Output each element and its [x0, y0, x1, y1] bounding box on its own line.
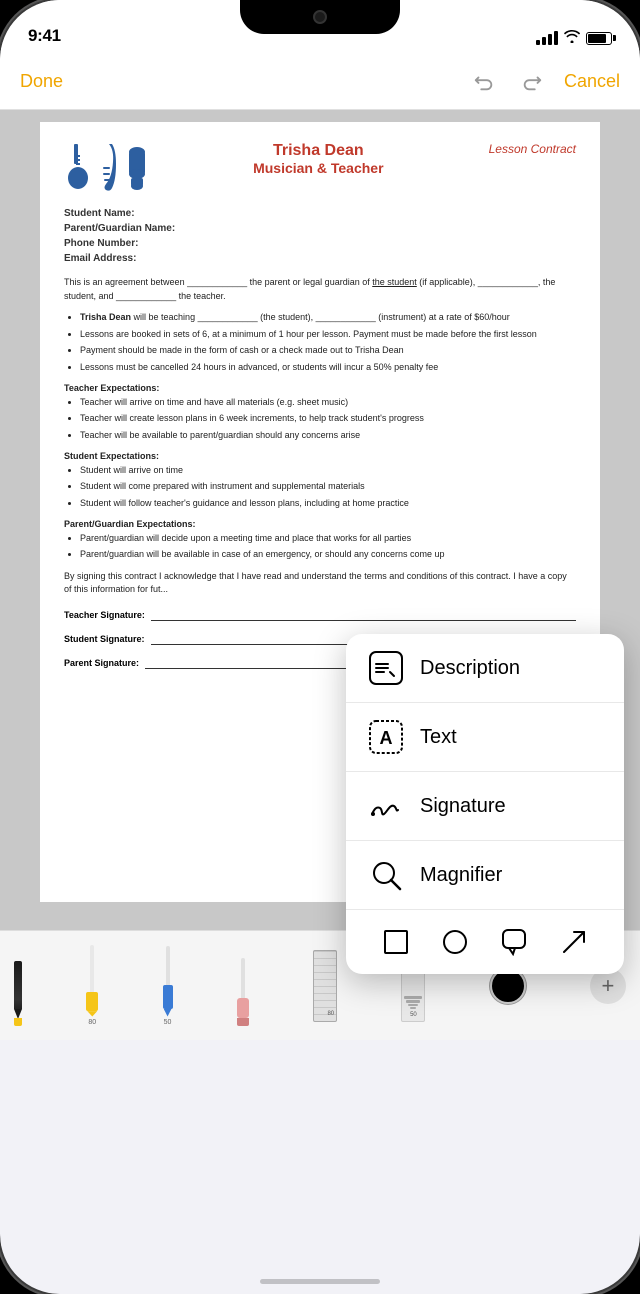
doc-header: Trisha Dean Musician & Teacher Lesson Co…: [64, 142, 576, 192]
eraser-tool[interactable]: [237, 946, 249, 1026]
done-button[interactable]: Done: [20, 71, 63, 92]
pen-blue-tool[interactable]: 50: [163, 946, 173, 1026]
field-guardian: Parent/Guardian Name:: [64, 223, 576, 234]
field-phone: Phone Number:: [64, 238, 576, 249]
shapes-row: [346, 910, 624, 974]
doc-type: Lesson Contract: [489, 142, 576, 156]
phone-screen: 9:41 Done: [0, 0, 640, 1294]
text-icon: A: [366, 717, 406, 757]
shape-arrow[interactable]: [556, 924, 592, 960]
status-time: 9:41: [28, 26, 61, 46]
ruler-tool[interactable]: 80: [313, 950, 337, 1022]
wifi-icon: [564, 30, 580, 46]
teacher-bullets: Teacher will arrive on time and have all…: [64, 396, 576, 443]
nav-bar: Done Cancel: [0, 54, 640, 110]
shape-circle[interactable]: [437, 924, 473, 960]
menu-item-description[interactable]: Description: [346, 634, 624, 703]
highlighter-yellow-tool[interactable]: 80: [86, 946, 98, 1026]
signature-label: Signature: [420, 795, 506, 818]
svg-text:A: A: [380, 728, 393, 748]
doc-body: This is an agreement between ___________…: [64, 276, 576, 597]
teacher-expectations-title: Teacher Expectations:: [64, 382, 576, 396]
popup-menu: Description A Text Sign: [346, 634, 624, 974]
signal-bars-icon: [536, 31, 558, 45]
student-sig-label: Student Signature:: [64, 634, 145, 644]
status-icons: [536, 30, 612, 46]
signature-icon: [366, 786, 406, 826]
closing-text: By signing this contract I acknowledge t…: [64, 570, 576, 597]
form-fields: Student Name: Parent/Guardian Name: Phon…: [64, 208, 576, 264]
shape-rectangle[interactable]: [378, 924, 414, 960]
parent-expectations-title: Parent/Guardian Expectations:: [64, 518, 576, 532]
magnifier-icon: [366, 855, 406, 895]
cancel-button[interactable]: Cancel: [564, 71, 620, 92]
description-label: Description: [420, 657, 520, 680]
camera-dot: [313, 10, 327, 24]
doc-title: Trisha Dean Musician & Teacher: [148, 142, 489, 176]
teacher-sig-line: Teacher Signature:: [64, 609, 576, 621]
phone-frame: 9:41 Done: [0, 0, 640, 1294]
student-bullets: Student will arrive on time Student will…: [64, 464, 576, 511]
menu-item-text[interactable]: A Text: [346, 703, 624, 772]
agreement-text: This is an agreement between ___________…: [64, 276, 576, 303]
notch: [240, 0, 400, 34]
field-email: Email Address:: [64, 253, 576, 264]
pencil-tool-item[interactable]: [14, 946, 22, 1026]
parent-sig-label: Parent Signature:: [64, 658, 139, 668]
nav-actions: Cancel: [468, 66, 620, 98]
text-label: Text: [420, 726, 457, 749]
menu-item-signature[interactable]: Signature: [346, 772, 624, 841]
description-icon: [366, 648, 406, 688]
home-indicator: [260, 1279, 380, 1284]
redo-button[interactable]: [516, 66, 548, 98]
menu-item-magnifier[interactable]: Magnifier: [346, 841, 624, 910]
undo-button[interactable]: [468, 66, 500, 98]
battery-icon: [586, 32, 612, 45]
student-expectations-title: Student Expectations:: [64, 450, 576, 464]
teacher-sig-label: Teacher Signature:: [64, 610, 145, 620]
doc-person-subtitle: Musician & Teacher: [148, 160, 489, 176]
doc-logo: [64, 142, 148, 192]
field-student: Student Name:: [64, 208, 576, 219]
magnifier-label: Magnifier: [420, 864, 502, 887]
parent-bullets: Parent/guardian will decide upon a meeti…: [64, 532, 576, 562]
main-bullets: Trisha Dean will be teaching ___________…: [64, 311, 576, 374]
shape-bubble[interactable]: [497, 924, 533, 960]
teacher-sig-field[interactable]: [151, 609, 576, 621]
doc-person-name: Trisha Dean: [148, 142, 489, 160]
